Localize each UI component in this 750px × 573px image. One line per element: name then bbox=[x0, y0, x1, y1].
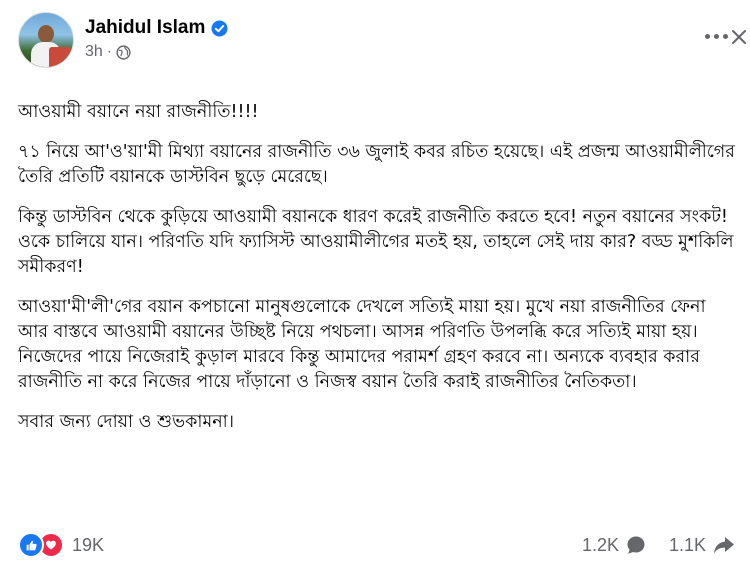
meta-separator: · bbox=[106, 43, 113, 60]
facebook-post: Jahidul Islam 3h · আওয়ামী বয়ানে নয়া র… bbox=[0, 0, 750, 573]
globe-icon[interactable] bbox=[116, 44, 131, 60]
post-paragraph: আওয়া'মী'লী'গের বয়ান কপচানো মানুষগুলোকে… bbox=[18, 297, 706, 392]
reaction-count: 19K bbox=[72, 534, 105, 555]
share-icon bbox=[714, 537, 734, 554]
share-count: 1.1K bbox=[668, 534, 706, 555]
post-paragraph: আওয়ামী বয়ানে নয়া রাজনীতি!!!! bbox=[18, 102, 259, 122]
comment-count-button[interactable]: 1.2K bbox=[582, 534, 647, 556]
comment-count: 1.2K bbox=[581, 534, 619, 555]
post-header: Jahidul Islam 3h · bbox=[18, 12, 734, 82]
post-body: আওয়ামী বয়ানে নয়া রাজনীতি!!!! ৭১ নিয়ে… bbox=[18, 100, 738, 435]
post-meta: Jahidul Islam 3h · bbox=[85, 12, 228, 61]
close-icon[interactable] bbox=[728, 26, 750, 48]
post-timestamp[interactable]: 3h bbox=[85, 43, 103, 61]
comment-icon bbox=[627, 536, 645, 554]
post-footer: 19K 1.2K 1.1K bbox=[18, 530, 736, 560]
more-options-icon[interactable] bbox=[705, 34, 728, 39]
post-paragraph: ৭১ নিয়ে আ'ও'য়া'মী মিথ্যা বয়ানের রাজনী… bbox=[18, 142, 735, 187]
post-paragraph: কিন্তু ডাস্টবিন থেকে কুড়িয়ে আওয়ামী বয… bbox=[18, 207, 734, 277]
verified-badge-icon bbox=[211, 20, 228, 37]
avatar[interactable] bbox=[18, 12, 74, 68]
share-count-button[interactable]: 1.1K bbox=[669, 534, 736, 556]
reaction-summary[interactable]: 19K bbox=[18, 532, 104, 558]
author-name[interactable]: Jahidul Islam bbox=[85, 17, 205, 39]
post-paragraph: সবার জন্য দোয়া ও শুভকামনা। bbox=[18, 412, 234, 432]
like-reaction-icon bbox=[18, 532, 44, 558]
